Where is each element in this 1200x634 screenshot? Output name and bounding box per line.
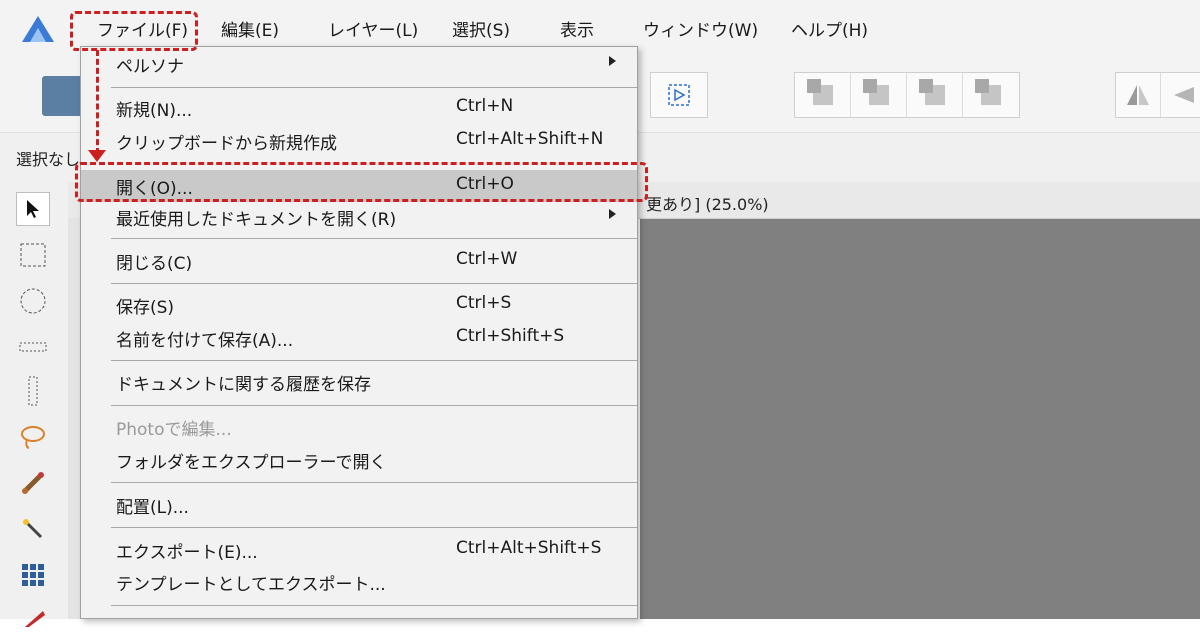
menu-item-label: 最近使用したドキュメントを開く(R) bbox=[116, 210, 397, 230]
menu-item-shortcut: Ctrl+Alt+Shift+S bbox=[456, 538, 602, 558]
menu-item-label: 配置(L)... bbox=[116, 498, 189, 518]
move-tool-icon[interactable] bbox=[16, 192, 50, 226]
menu-separator bbox=[111, 405, 637, 406]
move-to-back-icon[interactable] bbox=[795, 73, 851, 117]
annotation-arrowhead-icon bbox=[88, 150, 106, 162]
menu-item-label: Photoで編集... bbox=[116, 420, 232, 440]
annotation-highlight-file-menu bbox=[70, 11, 198, 51]
persona-logo[interactable] bbox=[42, 76, 82, 116]
rectangle-marquee-icon[interactable] bbox=[16, 238, 50, 272]
move-forward-one-icon[interactable] bbox=[907, 73, 963, 117]
menu-separator bbox=[111, 482, 637, 483]
pen-icon[interactable] bbox=[16, 600, 50, 634]
menu-item-label: 保存(S) bbox=[116, 298, 175, 318]
menu-item-label: 閉じる(C) bbox=[116, 254, 193, 274]
menu-help[interactable]: ヘルプ(H) bbox=[791, 18, 868, 44]
flip-group bbox=[1115, 72, 1200, 118]
menu-item-shortcut: Ctrl+N bbox=[456, 96, 514, 116]
menu-item-label: エクスポート(E)... bbox=[116, 543, 258, 563]
flip-vertical-icon[interactable] bbox=[1161, 73, 1200, 117]
annotation-highlight-open-item bbox=[75, 162, 648, 202]
artboard-group bbox=[650, 72, 708, 118]
menu-item-label: ドキュメントに関する履歴を保存 bbox=[116, 375, 371, 395]
menu-item-save-history[interactable]: ドキュメントに関する履歴を保存 bbox=[81, 366, 637, 398]
menu-item-shortcut: Ctrl+S bbox=[456, 293, 512, 313]
menu-separator bbox=[111, 87, 637, 88]
menu-item-place[interactable]: 配置(L)... bbox=[81, 489, 637, 521]
menu-item-shortcut: Ctrl+Alt+Shift+N bbox=[456, 129, 604, 149]
menu-item-label: 名前を付けて保存(A)... bbox=[116, 331, 294, 351]
menu-separator bbox=[111, 238, 637, 239]
menu-view[interactable]: 表示 bbox=[560, 18, 594, 44]
menu-item-persona[interactable]: ペルソナ bbox=[81, 48, 637, 80]
menu-item-open-recent[interactable]: 最近使用したドキュメントを開く(R) bbox=[81, 201, 637, 233]
affinity-designer-logo bbox=[22, 16, 54, 42]
move-back-one-icon[interactable] bbox=[851, 73, 907, 117]
menu-layer[interactable]: レイヤー(L) bbox=[328, 18, 418, 44]
menu-item-label: フォルダをエクスプローラーで開く bbox=[116, 453, 387, 473]
lasso-icon[interactable] bbox=[16, 420, 50, 454]
menu-item-export-template[interactable]: テンプレートとしてエクスポート... bbox=[81, 566, 637, 598]
menu-item-edit-in-photo: Photoで編集... bbox=[81, 411, 637, 443]
row-marquee-icon[interactable] bbox=[16, 330, 50, 364]
annotation-arrow-line bbox=[96, 50, 99, 154]
menu-item-shortcut: Ctrl+W bbox=[456, 249, 518, 269]
menu-separator bbox=[111, 283, 637, 284]
menu-item-save[interactable]: 保存(S) Ctrl+S bbox=[81, 289, 637, 321]
brush-icon[interactable] bbox=[16, 466, 50, 500]
menu-separator bbox=[111, 360, 637, 361]
magic-wand-icon[interactable] bbox=[16, 512, 50, 546]
flip-horizontal-icon[interactable] bbox=[1116, 73, 1162, 117]
menu-item-label: 新規(N)... bbox=[116, 101, 193, 121]
ellipse-marquee-icon[interactable] bbox=[16, 284, 50, 318]
canvas-area[interactable] bbox=[640, 219, 1200, 619]
menu-item-new[interactable]: 新規(N)... Ctrl+N bbox=[81, 92, 637, 124]
menu-item-new-from-clipboard[interactable]: クリップボードから新規作成 Ctrl+Alt+Shift+N bbox=[81, 125, 637, 157]
menu-item-export[interactable]: エクスポート(E)... Ctrl+Alt+Shift+S bbox=[81, 534, 637, 566]
menu-item-label: ペルソナ bbox=[116, 57, 184, 77]
menu-item-close[interactable]: 閉じる(C) Ctrl+W bbox=[81, 245, 637, 277]
menu-item-save-as[interactable]: 名前を付けて保存(A)... Ctrl+Shift+S bbox=[81, 322, 637, 354]
menu-item-shortcut: Ctrl+Shift+S bbox=[456, 326, 565, 346]
menu-item-open-in-explorer[interactable]: フォルダをエクスプローラーで開く bbox=[81, 444, 637, 476]
column-marquee-icon[interactable] bbox=[16, 374, 50, 408]
menu-separator bbox=[111, 527, 637, 528]
submenu-arrow-icon bbox=[609, 56, 616, 66]
file-menu-dropdown: ペルソナ 新規(N)... Ctrl+N クリップボードから新規作成 Ctrl+… bbox=[80, 46, 638, 619]
menu-select[interactable]: 選択(S) bbox=[452, 18, 510, 44]
menu-separator bbox=[111, 605, 637, 606]
artboard-icon[interactable] bbox=[651, 73, 707, 117]
document-tab-title[interactable]: 更あり] (25.0%) bbox=[646, 191, 769, 215]
menu-window[interactable]: ウィンドウ(W) bbox=[643, 18, 758, 44]
context-label: 選択なし bbox=[16, 150, 81, 169]
move-to-front-icon[interactable] bbox=[963, 73, 1019, 117]
submenu-arrow-icon bbox=[609, 209, 616, 219]
menu-item-label: クリップボードから新規作成 bbox=[116, 134, 337, 154]
menu-edit[interactable]: 編集(E) bbox=[221, 18, 279, 44]
grid-icon[interactable] bbox=[16, 558, 50, 592]
menu-item-label: テンプレートとしてエクスポート... bbox=[116, 575, 386, 595]
arrange-group bbox=[794, 72, 1020, 118]
